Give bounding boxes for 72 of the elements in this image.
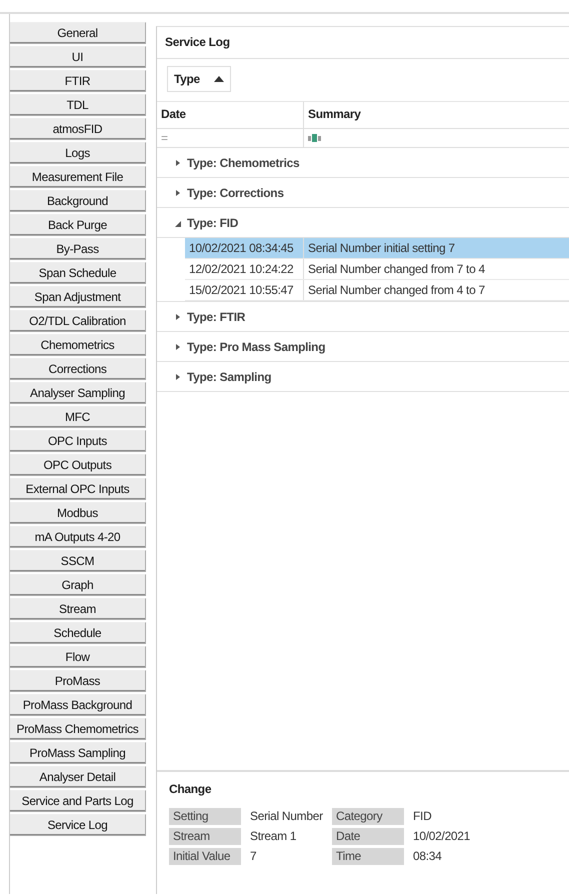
sidebar-button[interactable]: Stream: [10, 598, 146, 620]
expand-caret-icon[interactable]: [175, 342, 181, 350]
field-label: Setting: [169, 808, 241, 825]
expand-caret-icon[interactable]: [175, 372, 181, 380]
field-label: Stream: [169, 828, 241, 845]
field-value: FID: [412, 808, 432, 825]
sidebar-button[interactable]: Schedule: [10, 622, 146, 644]
sidebar-button[interactable]: UI: [10, 46, 146, 68]
summary-cell-text: Serial Number changed from 4 to 7: [307, 282, 486, 299]
group-row[interactable]: Type: Sampling: [157, 362, 569, 392]
sidebar-button[interactable]: Background: [10, 190, 146, 212]
sidebar-button[interactable]: FTIR: [10, 70, 146, 92]
field-value: Stream 1: [249, 828, 298, 845]
sidebar-button[interactable]: ProMass Background: [10, 694, 146, 716]
expand-caret-icon[interactable]: [175, 188, 181, 196]
field-label: Time: [332, 848, 404, 865]
sidebar-button[interactable]: Analyser Sampling: [10, 382, 146, 404]
sidebar-button[interactable]: Service and Parts Log: [10, 790, 146, 812]
sidebar-button[interactable]: ProMass Chemometrics: [10, 718, 146, 740]
sidebar-button[interactable]: ProMass: [10, 670, 146, 692]
field-value: 7: [249, 848, 258, 865]
group-row[interactable]: Type: Chemometrics: [157, 148, 569, 178]
sidebar-button[interactable]: Analyser Detail: [10, 766, 146, 788]
expand-caret-icon[interactable]: [175, 312, 181, 320]
table-row[interactable]: 15/02/2021 10:55:47 Serial Number changed from 4 to 7: [185, 280, 569, 301]
group-by-chip[interactable]: Type: [167, 66, 231, 92]
sidebar-button[interactable]: O2/TDL Calibration: [10, 310, 146, 332]
section-title: Change: [169, 782, 212, 796]
sidebar-button[interactable]: MFC: [10, 406, 146, 428]
sidebar-button[interactable]: Graph: [10, 574, 146, 596]
group-row[interactable]: Type: Corrections: [157, 178, 569, 208]
sidebar-button[interactable]: Service Log: [10, 814, 146, 836]
panel-title: Service Log: [157, 27, 569, 59]
sidebar-button[interactable]: External OPC Inputs: [10, 478, 146, 500]
field-label: Initial Value: [169, 848, 241, 865]
sidebar-button[interactable]: By-Pass: [10, 238, 146, 260]
column-header[interactable]: Summary: [304, 102, 569, 129]
sidebar-button[interactable]: mA Outputs 4-20: [10, 526, 146, 548]
sidebar-button[interactable]: Flow: [10, 646, 146, 668]
field-value: 10/02/2021: [412, 828, 472, 845]
table-row[interactable]: 10/02/2021 08:34:45 Serial Number initial setting 7: [185, 238, 569, 259]
collapse-caret-icon[interactable]: [175, 218, 181, 226]
sidebar-button[interactable]: TDL: [10, 94, 146, 116]
column-header[interactable]: Date: [157, 102, 304, 129]
group-row[interactable]: Type: FTIR: [157, 302, 569, 332]
field-label: Date: [332, 828, 404, 845]
date-cell: 12/02/2021 10:24:22: [185, 259, 304, 279]
text-filter-icon[interactable]: [308, 134, 322, 142]
summary-cell-text: Serial Number changed from 7 to 4: [307, 261, 486, 278]
table-row[interactable]: 12/02/2021 10:24:22 Serial Number changed from 7 to 4: [185, 259, 569, 280]
sidebar-button[interactable]: ProMass Sampling: [10, 742, 146, 764]
expand-caret-icon[interactable]: [175, 158, 181, 166]
sidebar-button[interactable]: OPC Outputs: [10, 454, 146, 476]
sidebar-button[interactable]: SSCM: [10, 550, 146, 572]
sidebar-button[interactable]: OPC Inputs: [10, 430, 146, 452]
sidebar-button[interactable]: Modbus: [10, 502, 146, 524]
group-row[interactable]: Type: Pro Mass Sampling: [157, 332, 569, 362]
sidebar-button[interactable]: atmosFID: [10, 118, 146, 140]
sidebar-button[interactable]: Measurement File: [10, 166, 146, 188]
sidebar-button[interactable]: General: [10, 22, 146, 44]
sidebar-button[interactable]: Span Adjustment: [10, 286, 146, 308]
date-cell: 10/02/2021 08:34:45: [185, 238, 304, 258]
field-value: 08:34: [412, 848, 443, 865]
sidebar-button[interactable]: Logs: [10, 142, 146, 164]
date-cell: 15/02/2021 10:55:47: [185, 280, 304, 300]
sidebar-button[interactable]: Chemometrics: [10, 334, 146, 356]
summary-cell-text: Serial Number initial setting 7: [307, 240, 456, 257]
field-value: Serial Number: [249, 808, 324, 825]
field-label: Category: [332, 808, 404, 825]
sidebar-button[interactable]: Corrections: [10, 358, 146, 380]
sidebar-button[interactable]: Span Schedule: [10, 262, 146, 284]
sidebar-button[interactable]: Back Purge: [10, 214, 146, 236]
